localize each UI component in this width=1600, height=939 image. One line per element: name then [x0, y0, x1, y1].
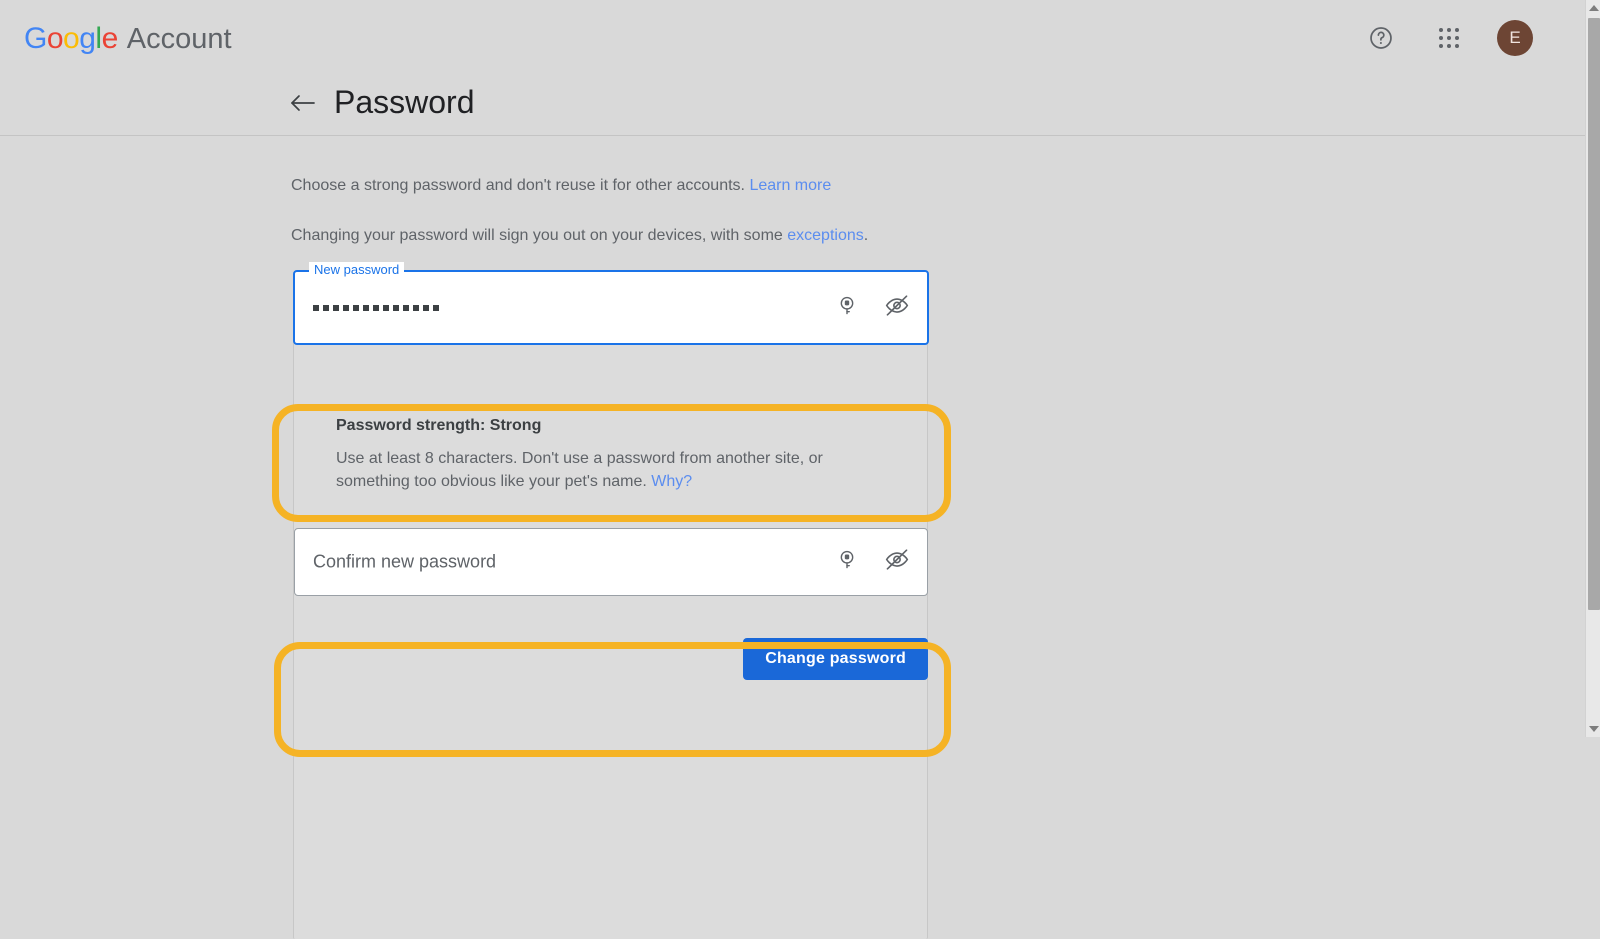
logo-letter-e: e — [101, 22, 119, 55]
confirm-password-field[interactable]: Confirm new password — [294, 528, 928, 596]
form-actions: Change password — [293, 638, 928, 680]
scrollbar-thumb[interactable] — [1588, 18, 1600, 610]
password-strength-hint: Use at least 8 characters. Don't use a p… — [336, 447, 856, 493]
eye-off-icon[interactable] — [884, 292, 910, 323]
password-strength-block: Password strength: Strong Use at least 8… — [336, 417, 856, 493]
password-strength-title: Password strength: Strong — [336, 417, 542, 434]
confirm-password-field-icons — [836, 547, 910, 578]
page-header: Password — [288, 84, 475, 121]
content-area: Choose a strong password and don't reuse… — [0, 137, 1585, 939]
apps-grid-icon — [1439, 28, 1459, 48]
confirm-password-placeholder: Confirm new password — [313, 551, 497, 572]
intro-line-1-text: Choose a strong password and don't reuse… — [291, 177, 750, 194]
intro-line-2-tail: . — [863, 227, 869, 244]
scroll-up-arrow-icon[interactable] — [1586, 0, 1600, 16]
help-button[interactable] — [1361, 18, 1401, 58]
google-logo: Google — [24, 22, 118, 56]
intro-line-1: Choose a strong password and don't reuse… — [291, 175, 951, 197]
avatar-initial: E — [1509, 28, 1521, 47]
exceptions-link[interactable]: exceptions — [787, 227, 864, 244]
intro-line-2-text: Changing your password will sign you out… — [291, 227, 788, 244]
product-name: Account — [126, 23, 232, 55]
new-password-label: New password — [309, 262, 405, 278]
top-bar-actions: E — [1361, 18, 1533, 58]
intro-text-block: Choose a strong password and don't reuse… — [291, 175, 951, 275]
learn-more-link[interactable]: Learn more — [749, 177, 831, 194]
back-arrow-icon[interactable] — [288, 88, 318, 118]
new-password-value — [313, 304, 439, 311]
password-key-icon[interactable] — [836, 294, 858, 321]
new-password-field-icons — [836, 292, 910, 323]
masked-dots — [313, 304, 439, 311]
page-title: Password — [334, 84, 475, 120]
avatar[interactable]: E — [1497, 20, 1533, 56]
google-apps-button[interactable] — [1429, 18, 1469, 58]
change-password-button[interactable]: Change password — [743, 638, 928, 680]
password-key-icon[interactable] — [836, 549, 858, 576]
new-password-field[interactable]: New password — [293, 262, 929, 345]
page-scrollbar[interactable] — [1585, 0, 1600, 737]
logo-letter-o1: o — [46, 22, 64, 55]
brand-lockup[interactable]: Google Account — [24, 22, 232, 56]
confirm-password-field-wrapper: Confirm new password — [294, 528, 928, 596]
password-form-card — [293, 299, 928, 939]
why-link[interactable]: Why? — [651, 473, 692, 490]
password-hint-text: Use at least 8 characters. Don't use a p… — [336, 450, 823, 490]
intro-line-2: Changing your password will sign you out… — [291, 225, 951, 247]
top-bar: Google Account E Password — [0, 0, 1585, 136]
logo-letter-g2: g — [79, 22, 96, 55]
scroll-down-arrow-icon[interactable] — [1586, 721, 1600, 737]
new-password-field-wrapper: New password — [293, 262, 929, 345]
logo-letter-g1: G — [24, 22, 47, 55]
logo-letter-o2: o — [63, 22, 80, 55]
help-circle-icon — [1368, 25, 1394, 51]
eye-off-icon[interactable] — [884, 547, 910, 578]
